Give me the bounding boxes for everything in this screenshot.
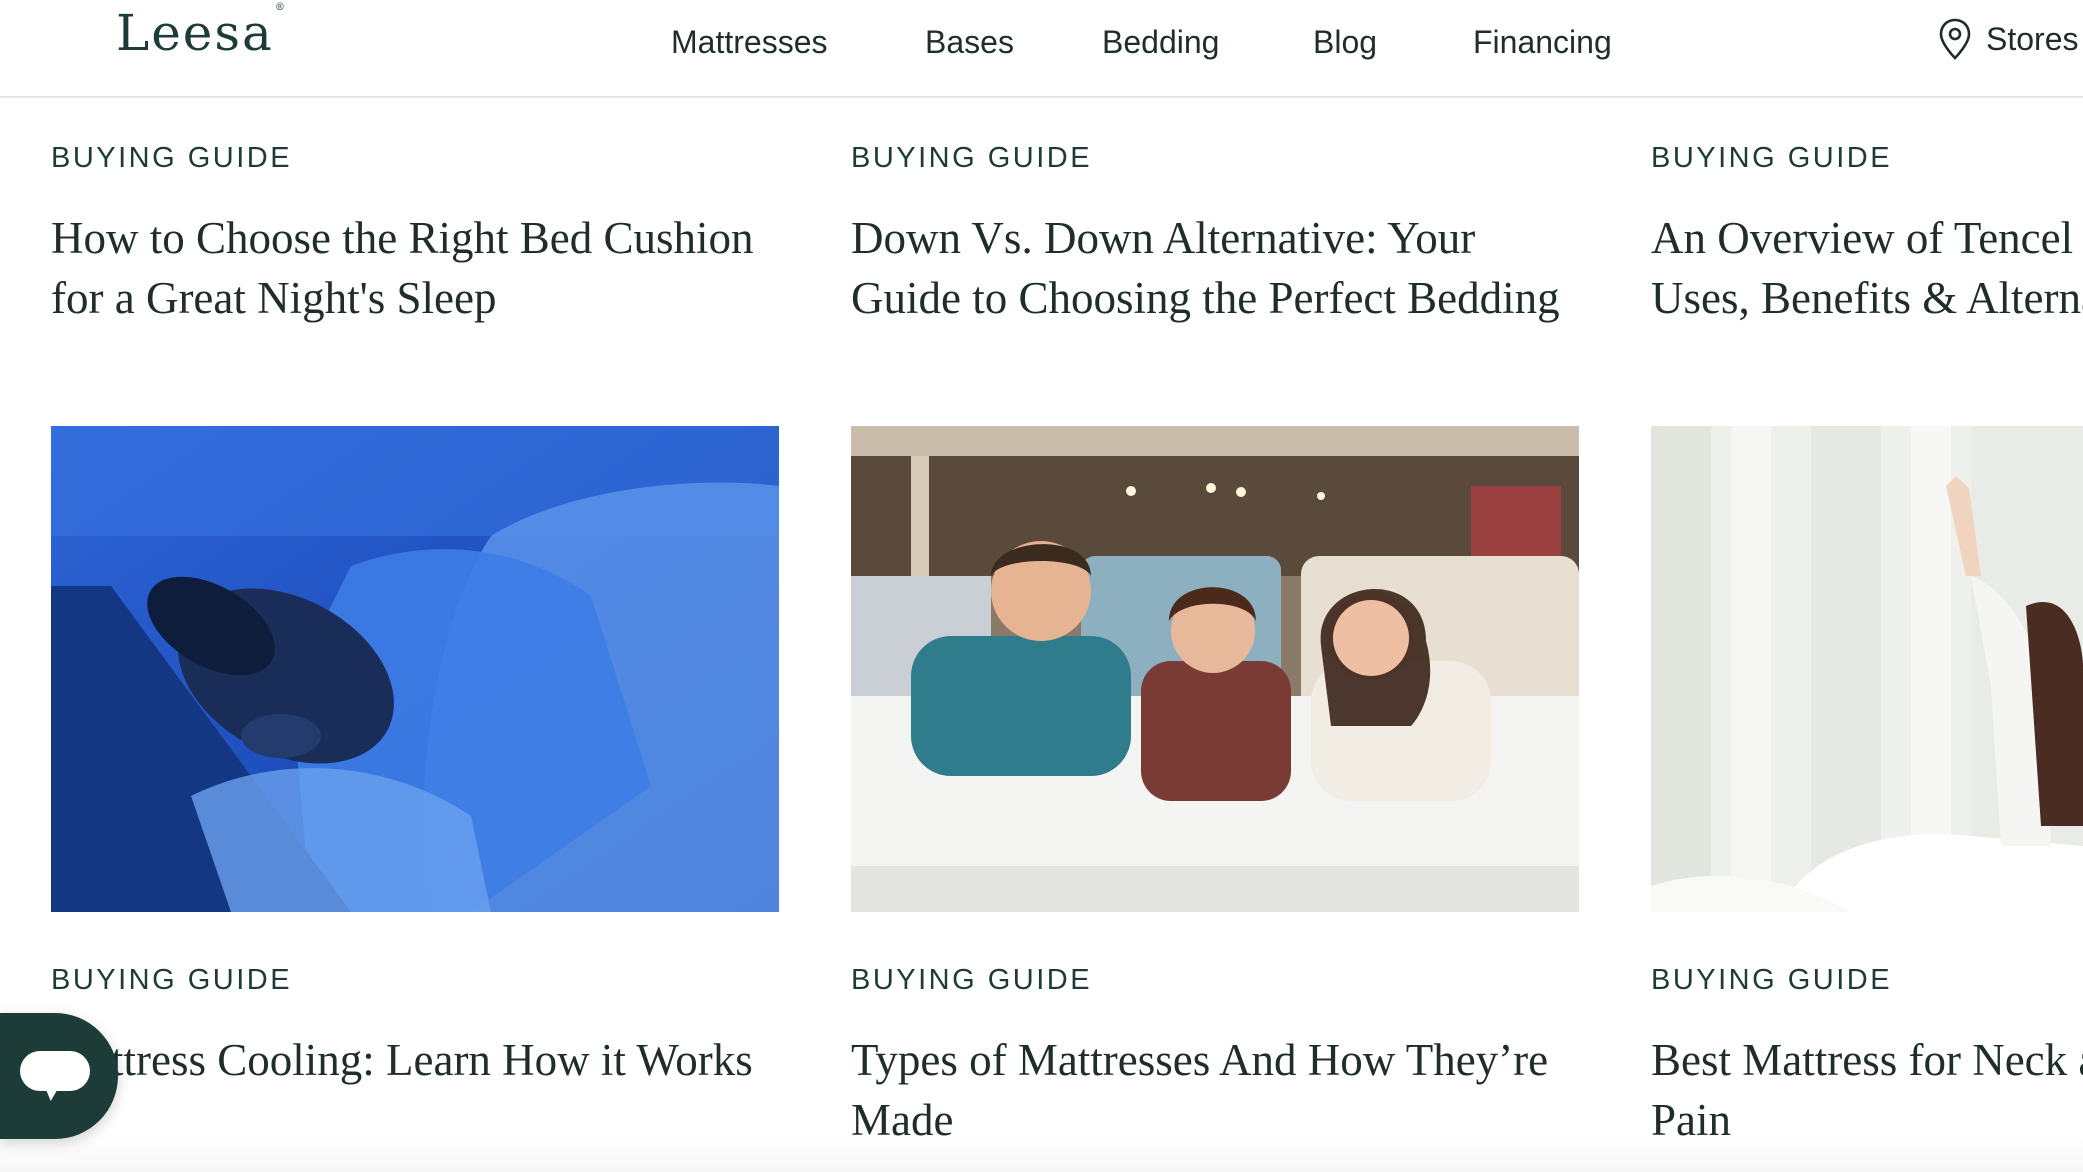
article-title-6[interactable]: Best Mattress for Neck a Pain xyxy=(1651,1030,2083,1150)
article-title-1[interactable]: How to Choose the Right Bed Cushion for … xyxy=(51,208,754,328)
article-category: BUYING GUIDE xyxy=(1651,964,1893,996)
article-title-4[interactable]: ttress Cooling: Learn How it Works xyxy=(111,1030,753,1090)
article-category: BUYING GUIDE xyxy=(1651,142,1893,174)
woman-stretching-photo xyxy=(1651,426,2083,912)
title-line: Down Vs. Down Alternative: Your xyxy=(851,213,1476,263)
article-title-2[interactable]: Down Vs. Down Alternative: Your Guide to… xyxy=(851,208,1560,328)
nav-mattresses[interactable]: Mattresses xyxy=(671,24,827,61)
title-line: How to Choose the Right Bed Cushion xyxy=(51,213,754,263)
article-category: BUYING GUIDE xyxy=(851,964,1093,996)
nav-bases[interactable]: Bases xyxy=(925,24,1014,61)
logo-text: Leesa xyxy=(116,4,274,62)
title-line: Types of Mattresses And How They’re xyxy=(851,1035,1549,1085)
leesa-logo[interactable]: Leesa® xyxy=(116,3,287,58)
article-title-3[interactable]: An Overview of Tencel Uses, Benefits & A… xyxy=(1651,208,2083,328)
nav-blog[interactable]: Blog xyxy=(1313,24,1377,61)
article-image-sleeping-man[interactable] xyxy=(51,426,779,912)
article-category: BUYING GUIDE xyxy=(51,964,293,996)
article-category: BUYING GUIDE xyxy=(851,142,1093,174)
title-line: ttress Cooling: Learn How it Works xyxy=(111,1035,753,1085)
nav-financing[interactable]: Financing xyxy=(1473,24,1612,61)
family-on-mattress-photo xyxy=(851,426,1579,912)
nav-bedding[interactable]: Bedding xyxy=(1102,24,1219,61)
article-title-5[interactable]: Types of Mattresses And How They’re Made xyxy=(851,1030,1548,1150)
article-image-family[interactable] xyxy=(851,426,1579,912)
bottom-fade xyxy=(0,1136,2083,1172)
stores-link[interactable]: Stores xyxy=(1938,18,2078,60)
article-category: BUYING GUIDE xyxy=(51,142,293,174)
registered-mark: ® xyxy=(274,2,287,14)
title-line: Uses, Benefits & Alterna xyxy=(1651,273,2083,323)
chat-button[interactable] xyxy=(0,1013,118,1139)
article-image-stretching-woman[interactable] xyxy=(1651,426,2083,912)
site-header: Leesa® Mattresses Bases Bedding Blog Fin… xyxy=(0,0,2083,98)
map-pin-icon xyxy=(1939,18,1971,60)
title-line: for a Great Night's Sleep xyxy=(51,273,497,323)
stores-label: Stores xyxy=(1986,20,2079,57)
title-line: Best Mattress for Neck a xyxy=(1651,1035,2083,1085)
title-line: An Overview of Tencel xyxy=(1651,213,2074,263)
title-line: Guide to Choosing the Perfect Bedding xyxy=(851,273,1560,323)
sleeping-man-photo xyxy=(51,426,779,912)
